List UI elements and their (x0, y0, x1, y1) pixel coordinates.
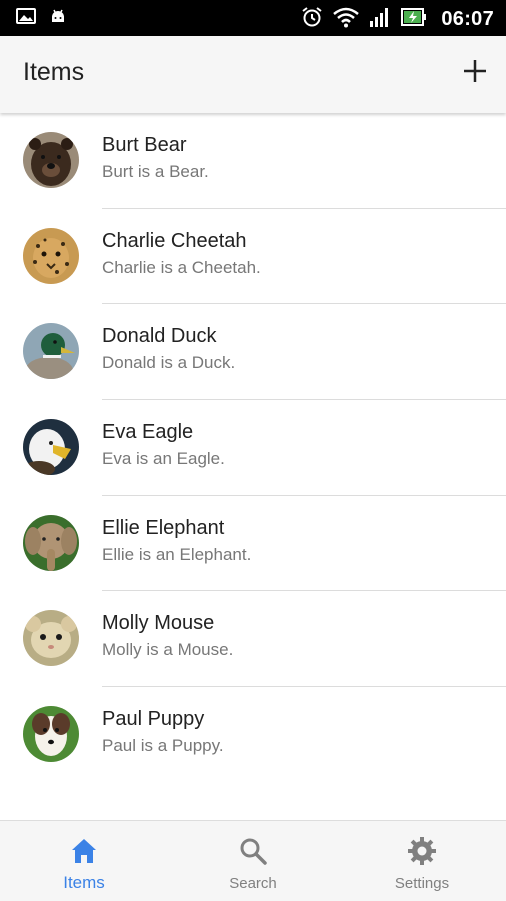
tab-search[interactable]: Search (169, 821, 337, 901)
tab-label-search: Search (229, 875, 277, 892)
status-time: 06:07 (441, 8, 494, 30)
avatar-elephant (23, 514, 79, 571)
list-item[interactable]: Burt Bear Burt is a Bear. (0, 113, 506, 209)
item-name: Charlie Cheetah (102, 229, 247, 252)
tab-items[interactable]: Items (0, 821, 168, 901)
list-item[interactable]: Charlie Cheetah Charlie is a Cheetah. (0, 209, 506, 305)
status-bar: 06:07 (0, 0, 506, 36)
items-list: Burt Bear Burt is a Bear. Charlie Cheeta… (0, 113, 506, 783)
item-description: Burt is a Bear. (102, 162, 209, 181)
item-description: Eva is an Eagle. (102, 449, 225, 469)
list-item[interactable]: Donald Duck Donald is a Duck. (0, 304, 506, 401)
alarm-icon (301, 6, 323, 33)
search-icon (240, 838, 267, 865)
list-item[interactable]: Ellie Elephant Ellie is an Elephant. (0, 496, 506, 592)
avatar-mouse (23, 610, 79, 667)
item-description: Ellie is an Elephant. (102, 544, 252, 564)
list-item[interactable]: Eva Eagle Eva is an Eagle. (0, 400, 506, 496)
tab-label-items: Items (63, 873, 105, 892)
bottom-nav: Items Search Settings (0, 820, 506, 901)
item-name: Donald Duck (102, 325, 217, 348)
app-bar: Items (0, 36, 506, 113)
battery-charging-icon (401, 6, 427, 33)
gear-icon (408, 837, 436, 865)
item-name: Burt Bear (102, 134, 187, 156)
item-name: Molly Mouse (102, 612, 215, 635)
item-name: Ellie Elephant (102, 516, 225, 539)
list-item[interactable]: Paul Puppy Paul is a Puppy. (0, 687, 506, 783)
item-name: Paul Puppy (102, 708, 205, 731)
avatar-puppy (23, 706, 79, 763)
image-icon (16, 8, 36, 29)
avatar-cheetah (23, 227, 79, 284)
signal-icon (369, 6, 391, 33)
wifi-icon (333, 6, 360, 33)
avatar-bear (23, 132, 79, 188)
avatar-eagle (23, 419, 79, 476)
list-item[interactable]: Molly Mouse Molly is a Mouse. (0, 591, 506, 688)
home-icon (72, 839, 96, 863)
item-description: Charlie is a Cheetah. (102, 257, 261, 277)
item-name: Eva Eagle (102, 421, 194, 444)
android-icon (50, 8, 66, 29)
avatar-duck (23, 323, 79, 380)
tab-settings[interactable]: Settings (338, 821, 506, 901)
tab-label-settings: Settings (394, 875, 450, 892)
item-description: Molly is a Mouse. (102, 640, 234, 660)
item-description: Paul is a Puppy. (102, 736, 224, 756)
item-description: Donald is a Duck. (102, 353, 236, 373)
add-item-button[interactable] (460, 56, 490, 86)
plus-icon (464, 60, 486, 82)
page-title: Items (23, 58, 85, 86)
